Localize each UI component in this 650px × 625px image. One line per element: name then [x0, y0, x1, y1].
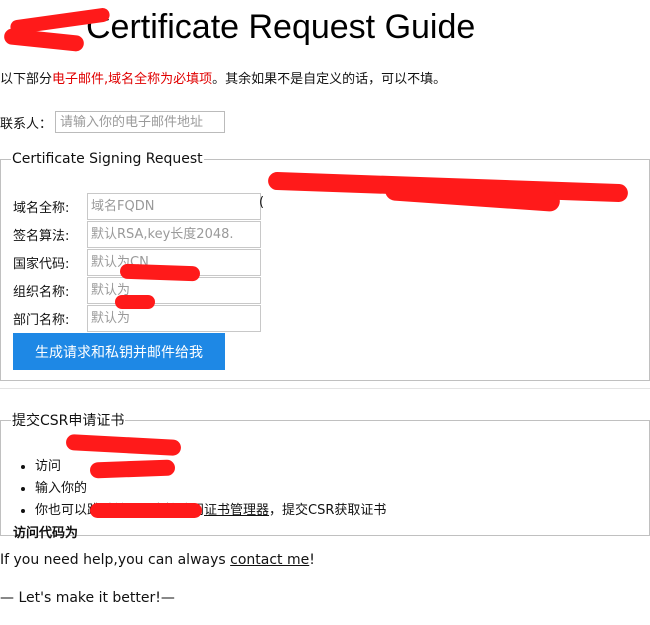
- submit-csr-legend: 提交CSR申请证书: [12, 413, 125, 429]
- country-label: 国家代码:: [13, 256, 70, 272]
- algorithm-row: 签名算法:: [13, 220, 261, 248]
- slogan: — Let's make it better!—: [0, 590, 175, 606]
- access-code-label: 访问代码为: [13, 526, 79, 541]
- intro-required: 电子邮件,域名全称为必填项: [52, 72, 213, 87]
- contact-label: 联系人：: [0, 116, 53, 132]
- fqdn-input[interactable]: [87, 192, 261, 220]
- fqdn-label: 域名全称:: [13, 200, 70, 216]
- csr-legend: Certificate Signing Request: [12, 151, 203, 167]
- redaction-mark: [119, 263, 201, 282]
- redaction-mark: [89, 459, 176, 479]
- redaction-mark: [115, 295, 155, 309]
- fqdn-hint-link[interactable]: (: [259, 195, 264, 210]
- organization-label: 组织名称:: [13, 284, 70, 300]
- help-text-lead: If you need help,you can always: [0, 552, 231, 568]
- list-item: 输入你的: [35, 478, 386, 500]
- list-item: 访问: [35, 456, 386, 478]
- help-text: If you need help,you can always contact …: [0, 552, 315, 568]
- organization-input[interactable]: [87, 276, 261, 304]
- contact-me-link[interactable]: contact me: [230, 552, 309, 568]
- email-input[interactable]: [55, 111, 226, 133]
- intro-text: 以下部分电子邮件,域名全称为必填项。其余如果不是自定义的话，可以不填。: [0, 70, 446, 90]
- algorithm-input[interactable]: [87, 220, 261, 248]
- intro-rest: 。其余如果不是自定义的话，可以不填。: [212, 72, 447, 87]
- algorithm-label: 签名算法:: [13, 228, 70, 244]
- contact-row: 联系人：: [0, 110, 226, 134]
- fqdn-row: 域名全称:: [13, 192, 261, 220]
- generate-request-button[interactable]: 生成请求和私钥并邮件给我: [13, 333, 225, 370]
- title-text: Certificate Request Guide: [86, 8, 476, 46]
- step1-text: 访问: [35, 459, 62, 474]
- certificate-manager-link[interactable]: 证书管理器: [204, 503, 269, 518]
- intro-lead: 以下部分: [0, 72, 53, 87]
- list-item: 你也可以跳过前面，直接访问证书管理器，提交CSR获取证书: [35, 500, 386, 522]
- department-label: 部门名称:: [13, 312, 70, 328]
- section-divider: [0, 388, 650, 389]
- step3-suffix: ，提交CSR获取证书: [269, 503, 387, 518]
- help-text-end: !: [309, 552, 315, 568]
- step2-text: 输入你的: [35, 481, 88, 496]
- department-input[interactable]: [87, 304, 261, 332]
- redaction-mark: [90, 503, 202, 518]
